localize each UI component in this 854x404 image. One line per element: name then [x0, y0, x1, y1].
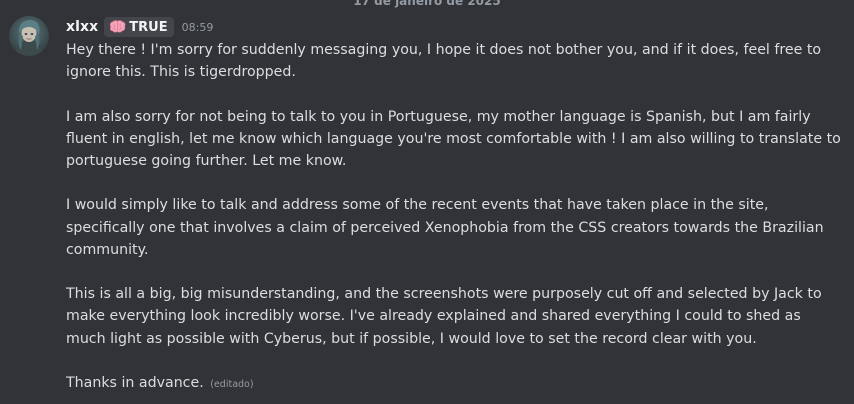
avatar-image: [9, 16, 49, 56]
message-paragraph: I am also sorry for not being to talk to…: [66, 108, 841, 169]
clan-tag-label: TRUE: [129, 19, 168, 35]
message-paragraph-text: Thanks in advance.: [66, 374, 204, 391]
avatar[interactable]: [9, 16, 49, 56]
date-divider: 17 de janeiro de 2025: [0, 0, 854, 8]
message-header: xlxx TRUE 08:59: [66, 16, 213, 38]
message-paragraph: This is all a big, big misunderstanding,…: [66, 286, 822, 347]
message-paragraph: I would simply like to talk and address …: [66, 197, 824, 258]
brain-icon: [109, 18, 126, 37]
date-divider-label: 17 de janeiro de 2025: [349, 0, 505, 8]
edited-label[interactable]: (editado): [210, 379, 253, 390]
message-content: Hey there ! I'm sorry for suddenly messa…: [66, 39, 842, 396]
message-paragraph-last: Thanks in advance. (editado): [66, 372, 842, 396]
message-paragraph: Hey there ! I'm sorry for suddenly messa…: [66, 42, 822, 81]
username[interactable]: xlxx: [66, 19, 98, 35]
clan-tag[interactable]: TRUE: [104, 17, 174, 37]
timestamp[interactable]: 08:59: [182, 21, 214, 34]
